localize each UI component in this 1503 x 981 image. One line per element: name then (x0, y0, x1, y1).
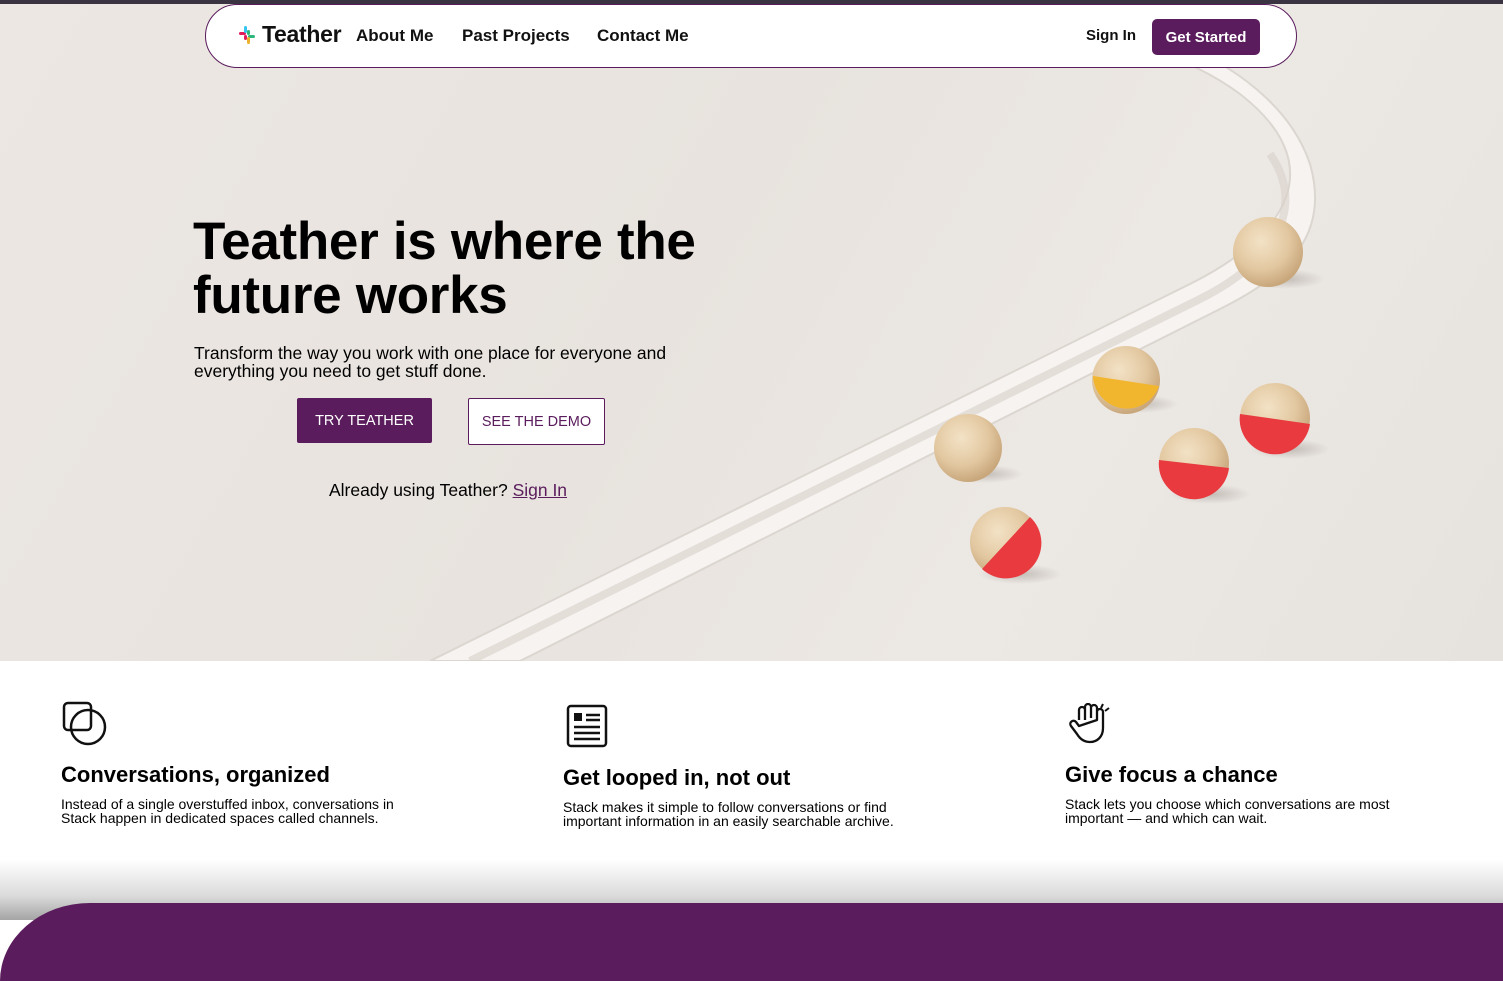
feature-conversations: Conversations, organized Instead of a si… (61, 700, 461, 825)
nav-about-me[interactable]: About Me (356, 26, 433, 46)
already-using-label: Already using Teather? (329, 480, 508, 500)
hero-title: Teather is where the future works (193, 212, 696, 325)
nav-past-projects[interactable]: Past Projects (462, 26, 570, 46)
nav-contact-me[interactable]: Contact Me (597, 26, 689, 46)
feature-title: Get looped in, not out (563, 765, 791, 790)
nav-sign-in[interactable]: Sign In (1086, 27, 1136, 44)
feature-title: Conversations, organized (61, 762, 330, 787)
feature-text: Stack lets you choose which conversation… (1065, 796, 1390, 826)
slack-logo-icon (239, 25, 255, 44)
feature-text: Stack makes it simple to follow conversa… (563, 799, 894, 829)
already-using-text: Already using Teather? Sign In (329, 480, 567, 501)
overlapping-shapes-icon (62, 701, 107, 746)
feature-focus: Give focus a chance Stack lets you choos… (1065, 700, 1465, 825)
get-started-button[interactable]: Get Started (1152, 19, 1260, 55)
hero-section: Teather is where the future works Transf… (0, 4, 1503, 661)
document-list-icon (566, 704, 608, 748)
hero-illustration (429, 43, 1330, 661)
see-demo-button[interactable]: SEE THE DEMO (468, 398, 605, 445)
hero-subtitle: Transform the way you work with one plac… (194, 343, 667, 381)
hero-sign-in-link[interactable]: Sign In (513, 480, 567, 500)
feature-title: Give focus a chance (1065, 762, 1278, 787)
logo-text: Teather (262, 21, 342, 47)
feature-text: Instead of a single overstuffed inbox, c… (61, 796, 394, 826)
purple-footer-band (0, 903, 1503, 981)
raised-hand-icon (1069, 702, 1110, 744)
navbar: Teather About Me Past Projects Contact M… (205, 4, 1297, 68)
try-teather-button[interactable]: TRY TEATHER (297, 398, 432, 443)
logo[interactable]: Teather (236, 21, 342, 48)
feature-looped-in: Get looped in, not out Stack makes it si… (563, 703, 963, 828)
